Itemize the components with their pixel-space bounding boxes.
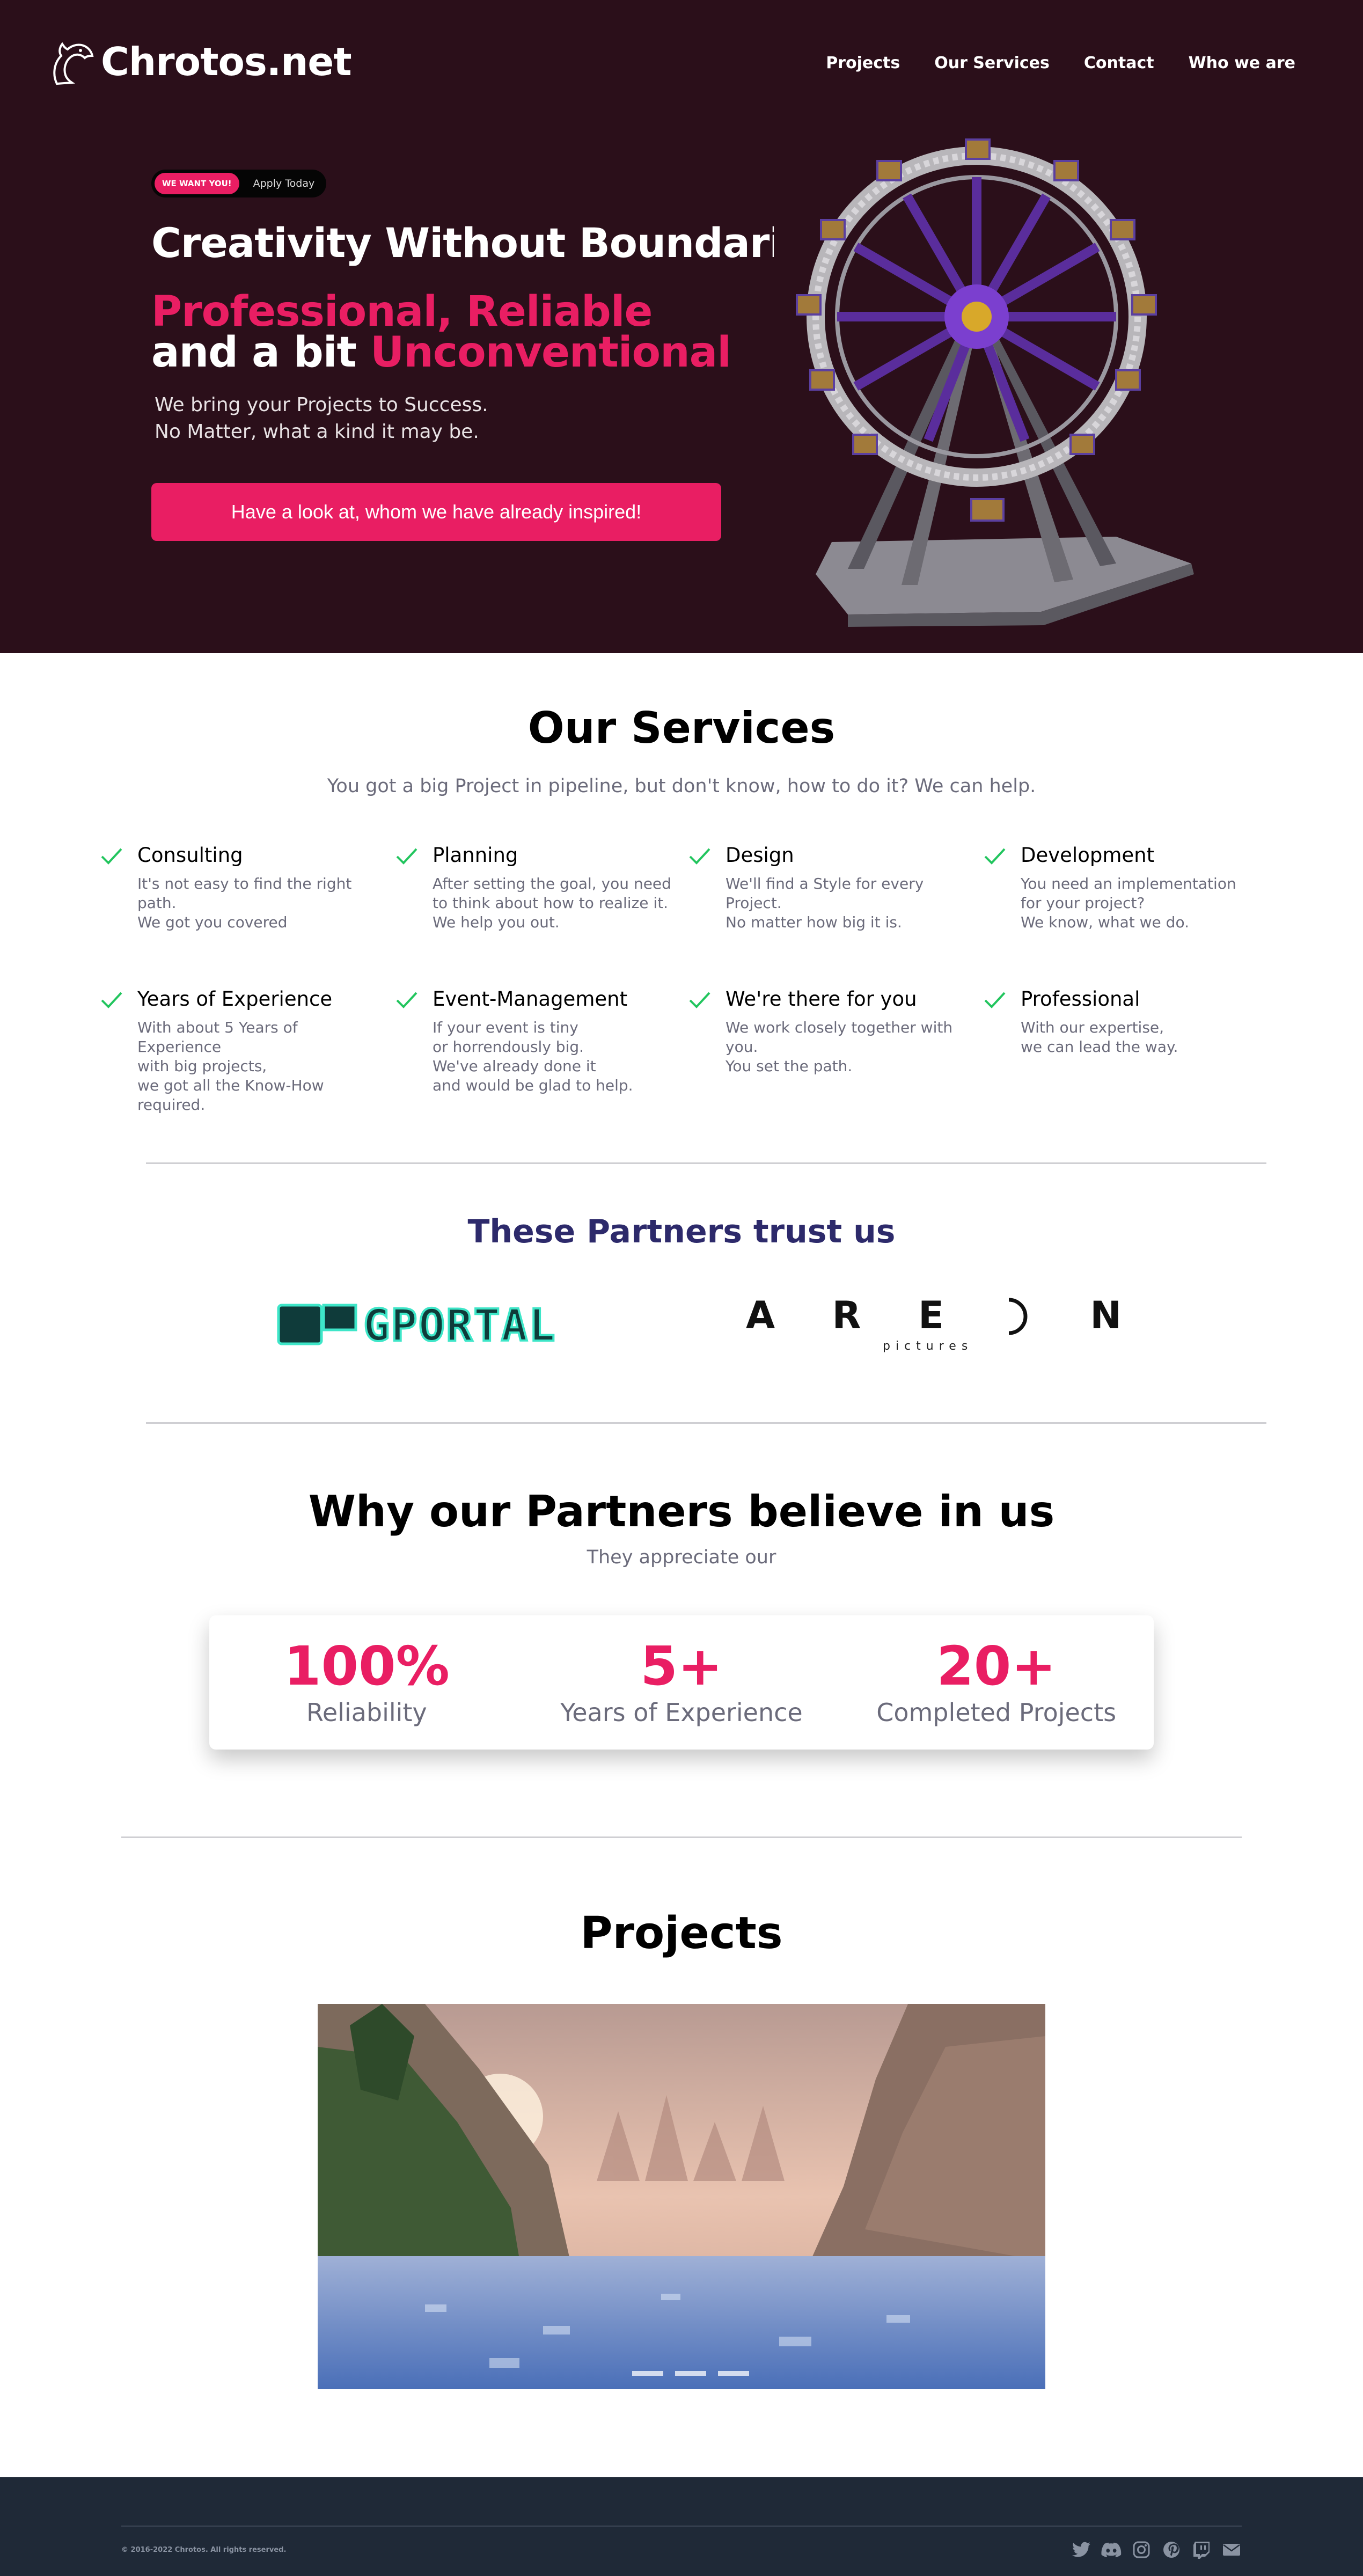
service-text: We work closely together with you. You s… [726,1019,953,1075]
divider [146,1162,1266,1164]
areon-subtitle: pictures [883,1340,973,1353]
service-professional: Professional With our expertise, we can … [983,987,1262,1057]
carousel-dot[interactable] [632,2371,663,2376]
service-title: We're there for you [726,987,917,1011]
areon-letter: A [746,1293,775,1337]
horse-logo-icon [53,42,94,85]
check-icon [396,848,417,865]
service-title: Design [726,844,794,867]
service-development: Development You need an implementation f… [983,844,1262,932]
gportal-logo[interactable]: GPORTAL [276,1298,625,1351]
areon-crescent-icon [1008,1298,1028,1335]
hero-title: Creativity Without Boundaries [151,219,774,267]
carousel-indicators [632,2371,749,2376]
stat-value: 5+ [640,1635,723,1697]
service-consulting: Consulting It's not easy to find the rig… [100,844,379,932]
service-title: Event-Management [433,987,628,1011]
nav-who-we-are[interactable]: Who we are [1189,54,1295,72]
hero-tagline-2-highlight: Unconventional [370,328,731,377]
stat-value: 20+ [936,1635,1057,1697]
service-event-management: Event-Management If your event is tiny o… [395,987,674,1095]
stat-label: Years of Experience [560,1698,803,1727]
service-title: Consulting [137,844,243,867]
check-icon [689,848,710,865]
instagram-icon[interactable] [1131,2541,1152,2559]
stat-label: Completed Projects [876,1698,1117,1727]
check-icon [984,848,1006,865]
inspired-cta-button[interactable]: Have a look at, whom we have already ins… [151,483,721,541]
service-text: You need an implementation for your proj… [1021,875,1236,931]
pinterest-icon[interactable] [1161,2541,1182,2559]
check-icon [101,992,122,1008]
service-planning: Planning After setting the goal, you nee… [395,844,674,932]
divider [121,1836,1242,1838]
services-title: Our Services [527,703,836,753]
hero-tagline-2: and a bit Unconventional [151,328,731,377]
service-text: We'll find a Style for every Project. No… [726,875,924,931]
check-icon [396,992,417,1008]
service-text: After setting the goal, you need to thin… [433,875,671,931]
why-subtitle: They appreciate our [587,1547,776,1568]
footer-divider [121,2526,1242,2527]
mail-icon[interactable] [1221,2541,1242,2559]
stat-reliability: 100% Reliability [209,1615,524,1750]
project-slide-image [318,2004,1045,2389]
twitch-icon[interactable] [1191,2541,1212,2559]
service-years-of-experience: Years of Experience With about 5 Years o… [100,987,379,1115]
logo-text: Chrotos.net [101,39,352,84]
discord-icon[interactable] [1101,2541,1122,2559]
social-links [1071,2541,1242,2559]
service-text: It's not easy to find the right path. We… [137,875,352,931]
check-icon [984,992,1006,1008]
areon-letter: E [918,1293,944,1337]
areon-letter: R [832,1293,861,1337]
service-text: With about 5 Years of Experience with bi… [137,1019,324,1114]
check-icon [101,848,122,865]
projects-title: Projects [580,1908,783,1959]
service-design: Design We'll find a Style for every Proj… [688,844,967,932]
service-title: Years of Experience [137,987,333,1011]
nav-contact[interactable]: Contact [1084,54,1154,72]
stat-years: 5+ Years of Experience [524,1615,839,1750]
hero-tagline-2-prefix: and a bit [151,328,370,377]
service-there-for-you: We're there for you We work closely toge… [688,987,967,1076]
gportal-wordmark: GPORTAL [363,1300,556,1351]
service-title: Professional [1021,987,1140,1011]
check-icon [689,992,710,1008]
services-subtitle: You got a big Project in pipeline, but d… [327,775,1036,797]
apply-pill[interactable]: WE WANT YOU! Apply Today [151,170,326,197]
stat-value: 100% [283,1635,450,1697]
apply-text: Apply Today [253,178,315,189]
carousel-dot[interactable] [718,2371,749,2376]
carousel-dot[interactable] [675,2371,706,2376]
service-text: With our expertise, we can lead the way. [1021,1019,1178,1056]
why-title: Why our Partners believe in us [308,1487,1055,1536]
partners-title: These Partners trust us [467,1213,896,1250]
service-title: Planning [433,844,518,867]
nav-our-services[interactable]: Our Services [934,54,1050,72]
stat-label: Reliability [306,1698,427,1727]
main-nav: Projects Our Services Contact Who we are [826,54,1295,72]
hero-subtext-2: No Matter, what a kind it may be. [155,421,479,443]
stats-card: 100% Reliability 5+ Years of Experience … [209,1615,1154,1750]
ferris-wheel-image [796,138,1194,627]
areon-pictures-logo[interactable]: A R E O N pictures [746,1293,1122,1353]
stat-projects: 20+ Completed Projects [839,1615,1154,1750]
copyright-text: © 2016-2022 Chrotos. All rights reserved… [121,2546,287,2554]
footer: © 2016-2022 Chrotos. All rights reserved… [0,2477,1363,2576]
service-title: Development [1021,844,1155,867]
areon-letter: N [1090,1293,1122,1337]
hero-subtext-1: We bring your Projects to Success. [155,394,488,416]
divider [146,1422,1266,1424]
hero-section: Chrotos.net Projects Our Services Contac… [0,0,1363,653]
hero-subtext: We bring your Projects to Success. No Ma… [155,392,488,445]
apply-badge: WE WANT YOU! [155,173,239,194]
projects-carousel[interactable] [318,2004,1045,2389]
nav-projects[interactable]: Projects [826,54,900,72]
service-text: If your event is tiny or horrendously bi… [433,1019,633,1094]
logo-link[interactable]: Chrotos.net [49,38,352,86]
twitter-icon[interactable] [1071,2541,1091,2559]
